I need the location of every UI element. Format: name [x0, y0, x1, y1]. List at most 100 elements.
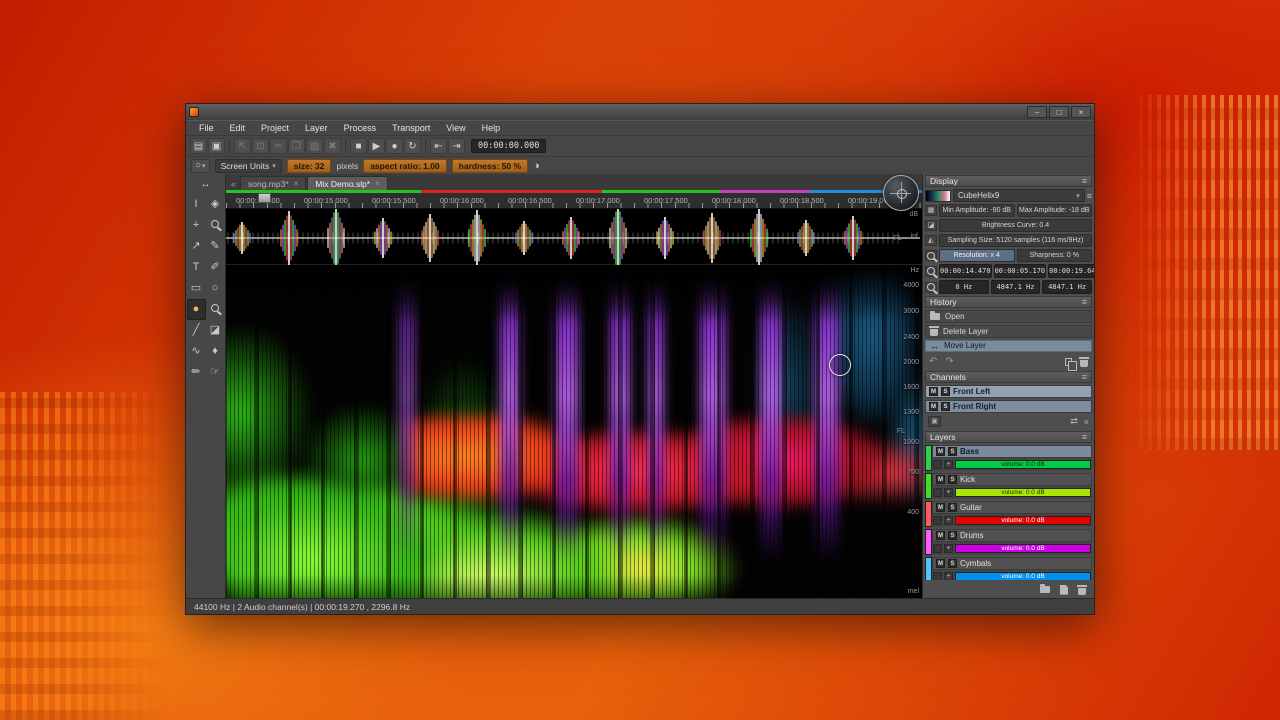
layer-volume-bar[interactable]: volume: 0.0 dB — [955, 544, 1091, 553]
menu-transport[interactable]: Transport — [385, 122, 437, 134]
hamburger-icon[interactable]: ≡ — [1082, 372, 1087, 382]
minimize-button[interactable]: – — [1027, 106, 1047, 118]
sampling-size-button[interactable]: Sampling Size: 5120 samples (116 ms/9Hz) — [939, 234, 1092, 247]
go-start-button[interactable]: ⇤ — [430, 138, 447, 154]
mute-toggle[interactable]: M — [936, 503, 945, 512]
history-item-open[interactable]: Open — [925, 310, 1092, 323]
expand-tool-button[interactable]: ↔ — [189, 176, 223, 194]
duplicate-icon[interactable] — [1065, 358, 1072, 366]
cut-button[interactable]: ✂ — [270, 138, 287, 154]
channel-front-right[interactable]: M S Front Right — [925, 400, 1092, 413]
spectrogram-canvas[interactable]: Hz 4000300024002000160013001000700400 FL… — [226, 265, 922, 598]
brush-size-field[interactable]: size: 32 — [287, 159, 332, 173]
brush-shape-select[interactable]: ○ ▾ — [191, 159, 210, 173]
history-item-delete-layer[interactable]: Delete Layer — [925, 325, 1092, 338]
solo-toggle[interactable]: S — [948, 503, 957, 512]
pen-tool[interactable]: ✎ — [206, 236, 225, 257]
solo-toggle[interactable]: S — [948, 447, 957, 456]
solo-toggle[interactable]: S — [941, 387, 950, 396]
rect-select-tool[interactable]: ▭ — [187, 278, 206, 299]
tab-song-mp3[interactable]: song.mp3* × — [240, 176, 306, 190]
crop-button[interactable]: ⊡ — [252, 138, 269, 154]
brush-hardness-field[interactable]: hardness: 50 % — [452, 159, 528, 173]
copy-button[interactable]: ❐ — [288, 138, 305, 154]
pan-tool[interactable]: + — [187, 215, 206, 236]
mute-toggle[interactable]: M — [936, 531, 945, 540]
view-duration-field[interactable]: 00:00:05.170 — [994, 264, 1047, 278]
layer-add-icon[interactable]: + — [944, 488, 953, 497]
channels-section-header[interactable]: Channels ≡ — [925, 371, 1092, 383]
view-low-freq-field[interactable]: 0 Hz — [939, 280, 989, 294]
display-section-header[interactable]: Display ≡ — [925, 175, 1092, 187]
mute-toggle[interactable]: M — [936, 475, 945, 484]
tab-close-icon[interactable]: × — [294, 179, 299, 188]
pencil-tool[interactable]: ✏ — [187, 362, 206, 383]
hamburger-icon[interactable]: ≡ — [1082, 432, 1087, 442]
layer-add-icon[interactable]: + — [944, 544, 953, 553]
layers-section-header[interactable]: Layers ≡ — [925, 431, 1092, 443]
trash-icon[interactable] — [1078, 588, 1086, 595]
colormap-menu-icon[interactable]: ≡ — [1087, 191, 1092, 201]
max-amplitude-button[interactable]: Max Amplitude: -18 dB — [1017, 204, 1093, 217]
layer-row-drums[interactable]: M S Drums + volume: 0.0 dB — [925, 529, 1092, 555]
trash-icon[interactable] — [1080, 360, 1088, 367]
layer-lock-icon[interactable] — [933, 460, 942, 469]
record-button[interactable]: ● — [386, 138, 403, 154]
menu-edit[interactable]: Edit — [223, 122, 253, 134]
mute-toggle[interactable]: M — [936, 559, 945, 568]
layer-volume-bar[interactable]: volume: 0.0 dB — [955, 516, 1091, 525]
smudge-tool[interactable]: ∿ — [187, 341, 206, 362]
waveform-display[interactable]: dB inf FL — [226, 209, 922, 265]
new-layer-icon[interactable] — [1060, 585, 1068, 595]
zoom-tool[interactable] — [206, 215, 225, 236]
layer-volume-bar[interactable]: volume: 0.0 dB — [955, 572, 1091, 580]
view-high-freq-field[interactable]: 4847.1 Hz — [1042, 280, 1092, 294]
layer-add-icon[interactable]: + — [944, 572, 953, 580]
zoom-brush-tool[interactable] — [206, 299, 225, 320]
brightness-curve-button[interactable]: Brightness Curve: 0.4 — [939, 219, 1092, 232]
brush-aspect-field[interactable]: aspect ratio: 1.00 — [363, 159, 446, 173]
tab-close-icon[interactable]: × — [375, 179, 380, 188]
export-button[interactable]: ⇱ — [234, 138, 251, 154]
save-button[interactable]: ▣ — [208, 138, 225, 154]
sharpness-button[interactable]: Sharpness: 0 % — [1017, 249, 1093, 262]
layer-lock-icon[interactable] — [933, 544, 942, 553]
solo-toggle[interactable]: S — [948, 531, 957, 540]
titlebar[interactable]: – □ × — [186, 104, 1094, 120]
history-section-header[interactable]: History ≡ — [925, 296, 1092, 308]
menu-layer[interactable]: Layer — [298, 122, 335, 134]
go-end-button[interactable]: ⇥ — [448, 138, 465, 154]
layer-volume-bar[interactable]: volume: 0.0 dB — [955, 460, 1091, 469]
layer-row-guitar[interactable]: M S Guitar + volume: 0.0 dB — [925, 501, 1092, 527]
layer-volume-bar[interactable]: volume: 0.0 dB — [955, 488, 1091, 497]
maximize-button[interactable]: □ — [1049, 106, 1069, 118]
tab-mix-demo[interactable]: Mix Demo.slp* × — [307, 176, 387, 190]
layer-lock-icon[interactable] — [933, 488, 942, 497]
play-button[interactable]: ▶ — [368, 138, 385, 154]
tab-scroll-icon[interactable]: « — [228, 179, 239, 190]
brush-tool[interactable]: ● — [187, 299, 206, 320]
layer-add-icon[interactable]: + — [944, 516, 953, 525]
swap-icon[interactable]: ⇄ — [1070, 416, 1078, 427]
view-end-time-field[interactable]: 00:00:19.640 — [1048, 264, 1094, 278]
transform-tool[interactable]: ◈ — [206, 194, 225, 215]
loop-button[interactable]: ↻ — [404, 138, 421, 154]
layer-lock-icon[interactable] — [933, 572, 942, 580]
solo-toggle[interactable]: S — [941, 402, 950, 411]
channel-front-left[interactable]: M S Front Left — [925, 385, 1092, 398]
text-tool[interactable]: T — [187, 257, 206, 278]
eraser-tool[interactable]: ◪ — [206, 320, 225, 341]
layer-row-cymbals[interactable]: M S Cymbals + volume: 0.0 dB — [925, 557, 1092, 580]
open-button[interactable]: ▤ — [190, 138, 207, 154]
history-item-move-layer[interactable]: ↔ Move Layer — [925, 340, 1092, 353]
brush-contrast-icon[interactable]: ◑ — [533, 160, 540, 172]
brush-units-select[interactable]: Screen Units ▾ — [215, 159, 282, 173]
hamburger-icon[interactable]: ≡ — [1082, 297, 1087, 307]
playhead-handle[interactable] — [258, 193, 271, 203]
folder-icon[interactable] — [1040, 586, 1050, 593]
resolution-button[interactable]: Resolution: x 4 — [939, 249, 1015, 262]
paste-button[interactable]: ▧ — [306, 138, 323, 154]
menu-project[interactable]: Project — [254, 122, 296, 134]
stamp-tool[interactable]: ♦ — [206, 341, 225, 362]
collapse-icon[interactable]: × — [1084, 417, 1089, 427]
